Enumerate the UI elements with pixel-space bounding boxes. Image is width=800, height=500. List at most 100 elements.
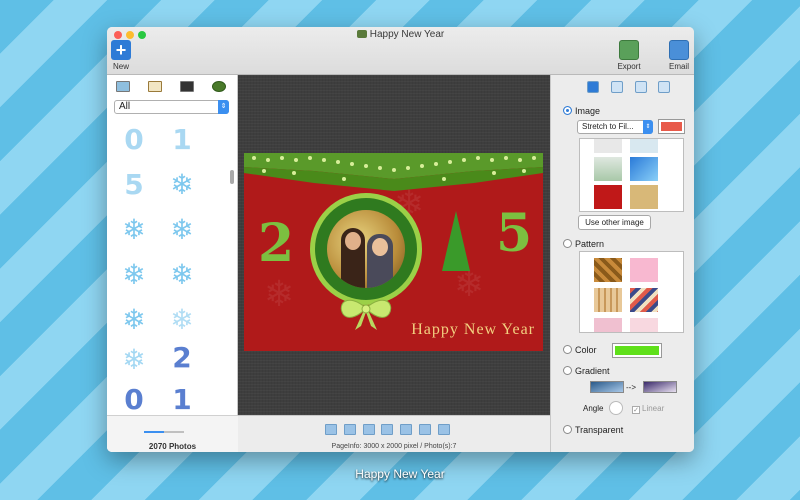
- use-other-image-button[interactable]: Use other image: [578, 215, 651, 230]
- person-silhouette: [341, 228, 365, 288]
- color-radio[interactable]: [563, 345, 572, 354]
- background-tab-icon[interactable]: [587, 81, 599, 93]
- pattern-thumbnail[interactable]: [630, 258, 658, 282]
- new-label: New: [112, 62, 129, 71]
- clipart-item[interactable]: 2: [167, 343, 197, 373]
- card-greeting-text: Happy New Year: [411, 321, 535, 338]
- send-backward-icon[interactable]: [362, 424, 375, 435]
- clipart-item[interactable]: ❄: [119, 215, 149, 245]
- gradient-arrow: -->: [626, 383, 636, 392]
- photo-wreath-frame: [310, 193, 422, 305]
- transparent-label: Transparent: [575, 425, 624, 435]
- masks-tab-icon[interactable]: [180, 81, 194, 92]
- app-window: Happy New Year + New Export Email All ⇕ …: [107, 27, 694, 452]
- slider-fill: [144, 431, 164, 433]
- canvas-area: ❄ ❄ ❄ 2 5 Happy New Year: [238, 75, 550, 415]
- category-filter-select[interactable]: All ⇕: [114, 100, 229, 114]
- email-button[interactable]: Email: [666, 40, 692, 71]
- snowflake-decoration: ❄: [264, 273, 295, 314]
- gradient-start-color[interactable]: [590, 381, 624, 393]
- gradient-radio[interactable]: [563, 366, 572, 375]
- left-panel-footer: 2070 Photos: [107, 415, 238, 452]
- scrollbar-thumb[interactable]: [230, 170, 234, 184]
- angle-dial[interactable]: [609, 401, 623, 415]
- pattern-thumbnail[interactable]: [594, 288, 622, 312]
- color-option[interactable]: Color: [563, 345, 597, 355]
- inspector-tabs: [587, 81, 679, 95]
- app-icon: [356, 30, 367, 38]
- bow-decoration: [340, 299, 392, 330]
- pattern-thumbnail[interactable]: [630, 318, 658, 332]
- filter-value: All: [119, 101, 131, 112]
- clipart-item[interactable]: ❄: [167, 305, 197, 335]
- background-image-list[interactable]: [579, 138, 684, 212]
- page-tab-icon[interactable]: [658, 81, 671, 93]
- linear-checkbox[interactable]: ✓: [632, 406, 640, 414]
- distribute-icon[interactable]: [418, 424, 431, 435]
- thumbnail-size-slider[interactable]: [144, 431, 184, 433]
- clipart-item[interactable]: 0: [119, 125, 149, 155]
- clipart-item[interactable]: ❄: [167, 215, 197, 245]
- text-tab-icon[interactable]: [610, 81, 623, 93]
- backgrounds-tab-icon[interactable]: [116, 81, 130, 92]
- bg-thumbnail[interactable]: [594, 139, 622, 153]
- pattern-option[interactable]: Pattern: [563, 239, 604, 249]
- clipart-item[interactable]: 0: [119, 385, 149, 415]
- bring-forward-icon[interactable]: [343, 424, 356, 435]
- bg-thumbnail[interactable]: [594, 157, 622, 181]
- image-radio[interactable]: [563, 106, 572, 115]
- right-panel: Image Stretch to Fil... ⇕ Use other imag…: [550, 75, 694, 452]
- export-icon: [619, 40, 639, 60]
- frames-tab-icon[interactable]: [148, 81, 162, 92]
- pattern-thumbnail[interactable]: [594, 318, 622, 332]
- pattern-thumbnail[interactable]: [630, 288, 658, 312]
- effects-tab-icon[interactable]: [634, 81, 647, 93]
- ribbon-banner: [244, 153, 543, 191]
- clipart-item[interactable]: ❄: [119, 345, 149, 375]
- export-button[interactable]: Export: [616, 40, 642, 71]
- page-info: PageInfo: 3000 x 2000 pixel / Photo(s):7: [331, 443, 457, 450]
- clipart-item[interactable]: ❄: [119, 260, 149, 290]
- fill-mode-value: Stretch to Fil...: [582, 122, 634, 131]
- transparent-radio[interactable]: [563, 425, 572, 434]
- photo-count: 2070 Photos: [148, 442, 197, 451]
- image-option[interactable]: Image: [563, 106, 600, 116]
- gradient-option[interactable]: Gradient: [563, 366, 610, 376]
- gradient-end-color[interactable]: [643, 381, 677, 393]
- clipart-item[interactable]: 1: [167, 125, 197, 155]
- clipart-scrollbar[interactable]: [229, 120, 235, 416]
- bg-thumbnail[interactable]: [630, 139, 658, 153]
- clipart-item[interactable]: ❄: [167, 170, 197, 200]
- fill-mode-select[interactable]: Stretch to Fil... ⇕: [577, 120, 653, 134]
- clipart-item[interactable]: ❄: [167, 260, 197, 290]
- titlebar: Happy New Year + New Export Email: [107, 27, 694, 75]
- new-button[interactable]: + New: [111, 40, 131, 71]
- face: [345, 232, 361, 250]
- linear-option[interactable]: ✓ Linear: [632, 404, 664, 414]
- align-icon[interactable]: [400, 424, 413, 435]
- person-silhouette: [367, 234, 393, 288]
- text-tool-icon[interactable]: [437, 424, 450, 435]
- year-digit-left: 2: [258, 213, 295, 274]
- bg-thumbnail[interactable]: [594, 185, 622, 209]
- pattern-thumbnail[interactable]: [594, 258, 622, 282]
- bg-thumbnail[interactable]: [630, 157, 658, 181]
- clipart-item[interactable]: 5: [119, 170, 149, 200]
- clipart-item[interactable]: 1: [167, 385, 197, 415]
- image-color-well[interactable]: [658, 119, 685, 134]
- pattern-radio[interactable]: [563, 239, 572, 248]
- bg-thumbnail[interactable]: [630, 185, 658, 209]
- greeting-card[interactable]: ❄ ❄ ❄ 2 5 Happy New Year: [244, 153, 543, 351]
- pattern-label: Pattern: [575, 239, 605, 249]
- solid-color-well[interactable]: [612, 343, 662, 358]
- rotate-icon[interactable]: [381, 424, 394, 435]
- color-label: Color: [575, 345, 597, 355]
- delete-icon[interactable]: [325, 424, 337, 435]
- image-label: Image: [575, 106, 601, 116]
- chevron-updown-icon: ⇕: [218, 100, 229, 114]
- transparent-option[interactable]: Transparent: [563, 425, 623, 435]
- couple-photo[interactable]: [327, 210, 405, 288]
- clipart-tab-icon[interactable]: [212, 81, 226, 92]
- pattern-list[interactable]: [579, 251, 684, 333]
- clipart-item[interactable]: ❄: [119, 305, 149, 335]
